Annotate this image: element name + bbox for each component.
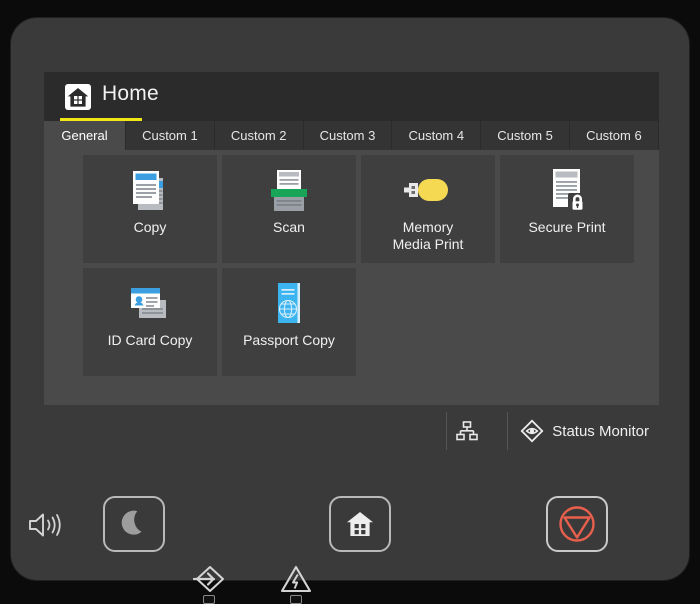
scanner-icon [260,165,318,217]
tab-custom-6[interactable]: Custom 6 [570,121,659,150]
home-icon [344,508,376,540]
usb-drive-icon [399,165,457,217]
tab-custom-2[interactable]: Custom 2 [215,121,304,150]
tab-bar: GeneralCustom 1Custom 2Custom 3Custom 4C… [44,121,659,150]
printer-control-panel: Home GeneralCustom 1Custom 2Custom 3Cust… [11,18,689,580]
tile-empty-slot [361,268,495,376]
app-tile-passport-copy[interactable]: Passport Copy [222,268,356,376]
tab-general[interactable]: General [44,121,126,150]
app-tile-id-card-copy[interactable]: ID Card Copy [83,268,217,376]
id-card-icon [121,278,179,330]
tile-empty-slot [500,268,634,376]
status-monitor-label: Status Monitor [552,423,649,440]
energy-saver-button[interactable] [103,496,165,552]
tab-custom-4[interactable]: Custom 4 [392,121,481,150]
app-tile-label: Secure Print [500,219,634,236]
screen-status-bar: Status Monitor [44,405,659,458]
diamond-eye-icon [520,419,544,443]
tab-custom-5[interactable]: Custom 5 [481,121,570,150]
moon-icon [117,507,151,541]
app-tile-label: Passport Copy [222,332,356,349]
home-icon [65,84,91,110]
tile-area: Copy Scan MemoryMedia Print [44,150,659,405]
network-lan-icon [455,419,479,443]
app-tile-label: ID Card Copy [83,332,217,349]
app-tile-label: Copy [83,219,217,236]
document-lock-icon [538,165,596,217]
copy-documents-icon [121,165,179,217]
app-tile-label: MemoryMedia Print [361,219,495,253]
screen-header: Home [44,72,659,121]
stop-button[interactable] [546,496,608,552]
app-tile-memory-media-print[interactable]: MemoryMedia Print [361,155,495,263]
status-monitor-button[interactable]: Status Monitor [507,412,659,450]
error-indicator-icon [279,563,313,595]
app-tile-copy[interactable]: Copy [83,155,217,263]
app-tile-scan[interactable]: Scan [222,155,356,263]
network-status-button[interactable] [446,412,487,450]
error-led [290,595,302,604]
processing-indicator-icon [192,563,226,595]
passport-globe-icon [260,278,318,330]
speaker-volume-icon [27,510,65,540]
app-tile-grid: Copy Scan MemoryMedia Print [83,155,639,376]
tab-custom-3[interactable]: Custom 3 [304,121,393,150]
home-button[interactable] [329,496,391,552]
tab-custom-1[interactable]: Custom 1 [126,121,215,150]
app-tile-secure-print[interactable]: Secure Print [500,155,634,263]
app-tile-label: Scan [222,219,356,236]
processing-led [203,595,215,604]
page-title: Home [102,82,159,106]
stop-icon [557,504,597,544]
touch-screen: Home GeneralCustom 1Custom 2Custom 3Cust… [44,72,659,458]
